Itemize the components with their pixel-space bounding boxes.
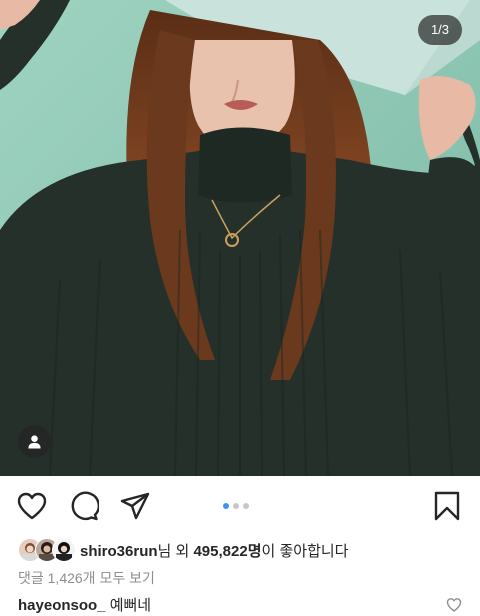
carousel-dot-active <box>223 503 229 509</box>
post-photo[interactable]: 1/3 <box>0 0 480 476</box>
likes-suffix: 이 좋아합니다 <box>261 542 349 560</box>
comment-row: hayeonsoo_ 예뻐네 <box>18 594 151 615</box>
liker-username[interactable]: shiro36run <box>80 543 158 560</box>
post-photo-illustration <box>0 0 480 476</box>
comment-like-icon[interactable] <box>446 597 462 613</box>
paper-plane-icon <box>120 492 150 520</box>
bookmark-outline-icon <box>434 491 460 521</box>
avatar <box>52 538 76 562</box>
carousel-dots <box>223 503 249 509</box>
share-button[interactable] <box>119 490 151 522</box>
carousel-counter: 1/3 <box>418 15 462 45</box>
comment-username[interactable]: hayeonsoo_ <box>18 597 106 614</box>
view-all-comments-link[interactable]: 댓글 1,426개 모두 보기 <box>18 568 155 588</box>
person-icon <box>28 435 41 449</box>
save-button[interactable] <box>431 490 463 522</box>
likes-count[interactable]: 495,822명 <box>193 543 261 560</box>
like-button[interactable] <box>16 490 48 522</box>
action-bar <box>0 476 480 536</box>
likes-middle: 님 외 <box>157 542 194 560</box>
likes-summary[interactable]: shiro36run님 외 495,822명이 좋아합니다 <box>18 538 348 562</box>
carousel-dot <box>233 503 239 509</box>
likes-text: shiro36run님 외 495,822명이 좋아합니다 <box>80 540 348 561</box>
comment-text: 예뻐네 <box>109 597 152 614</box>
heart-outline-icon <box>17 492 47 520</box>
user-tag-button[interactable] <box>18 425 51 458</box>
liker-avatars <box>18 538 76 562</box>
carousel-dot <box>243 503 249 509</box>
comment-button[interactable] <box>68 490 100 522</box>
comment-bubble-icon <box>71 491 99 521</box>
